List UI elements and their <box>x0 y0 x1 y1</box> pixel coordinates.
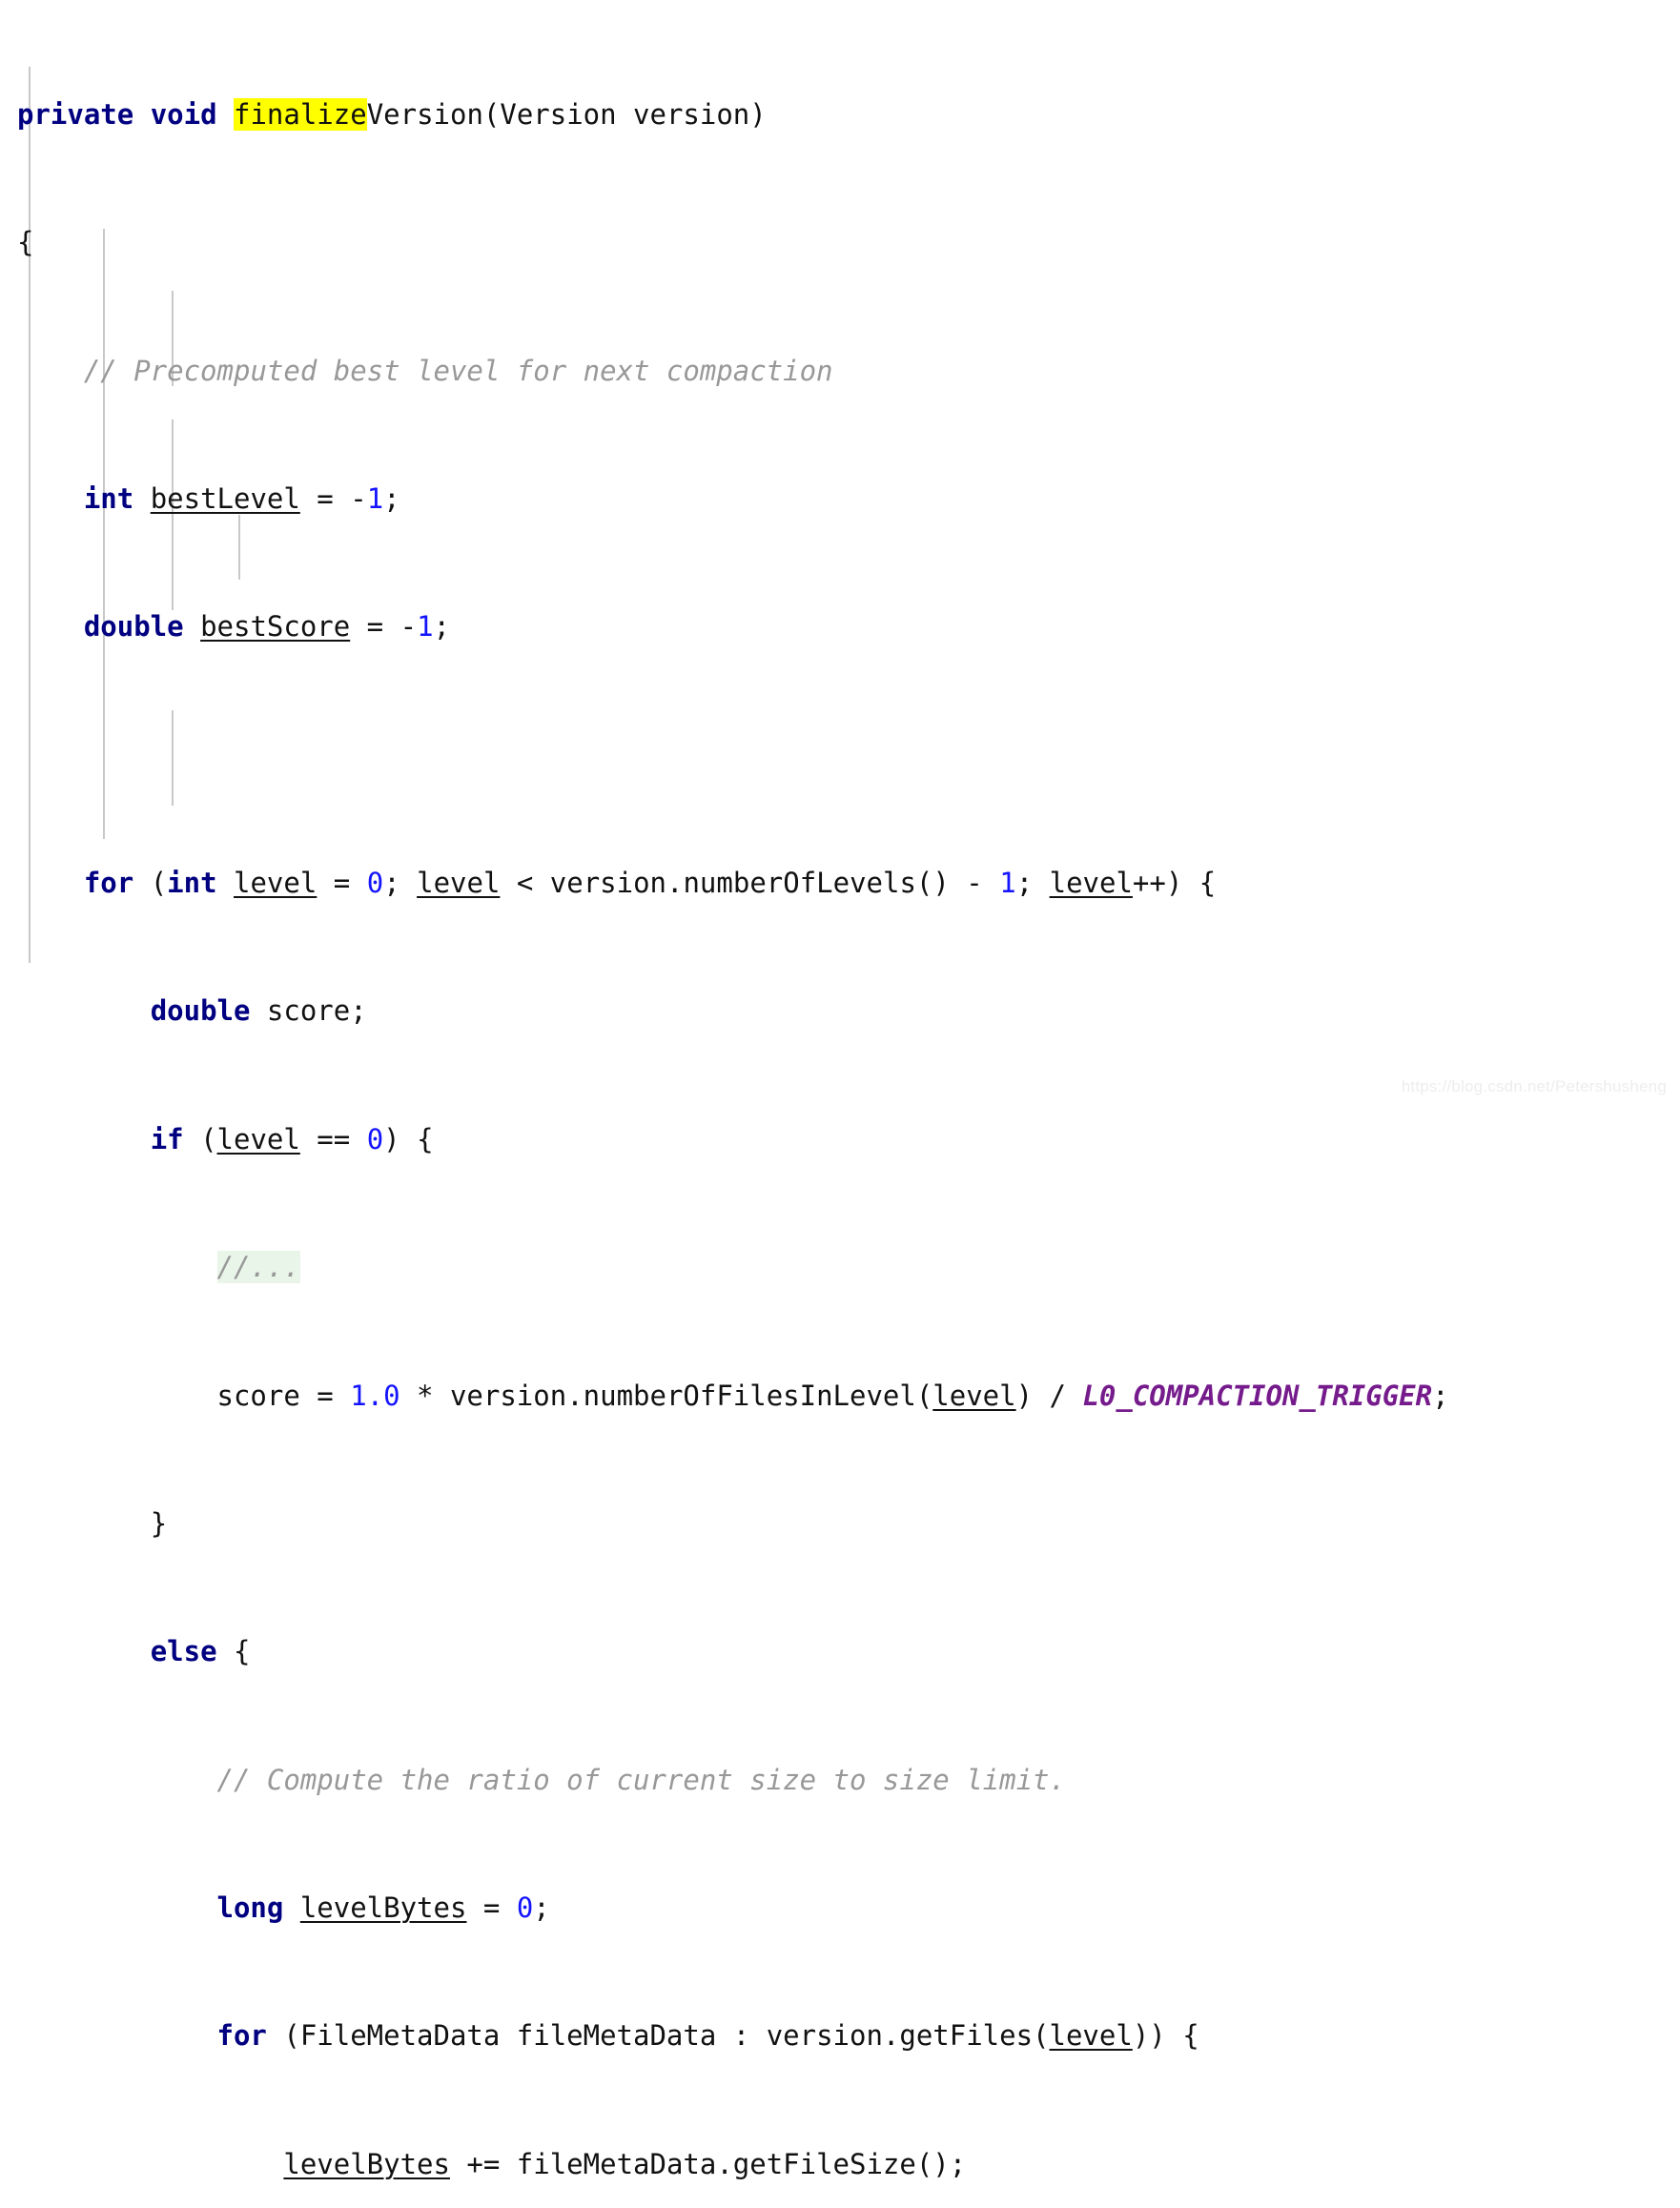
token-find-match-finalize: finalize <box>234 97 367 131</box>
token-var-level: level <box>417 867 501 900</box>
token-semicolon: ; <box>383 867 418 900</box>
code-line-16[interactable]: for (FileMetaData fileMetaData : version… <box>0 2020 1680 2053</box>
code-line-8[interactable]: double score; <box>0 995 1680 1028</box>
token-brace: ) { <box>383 1122 434 1155</box>
code-line-2[interactable]: { <box>0 226 1680 259</box>
token-comment-ellipsis: //... <box>216 1251 300 1284</box>
token-number: 1 <box>999 867 1016 900</box>
token-paren: ( <box>183 1122 217 1155</box>
token-semicolon: ; <box>433 610 450 644</box>
token-keyword-void: void <box>150 97 217 131</box>
code-content[interactable]: private void finalizeVersion(Version ver… <box>0 0 1680 2180</box>
code-line-7[interactable]: for (int level = 0; level < version.numb… <box>0 867 1680 900</box>
token-paren: ( <box>133 867 168 900</box>
token-assign: = - <box>299 481 367 515</box>
token-increment: ++) { <box>1132 867 1217 900</box>
code-line-1[interactable]: private void finalizeVersion(Version ver… <box>0 97 1680 132</box>
code-line-14[interactable]: // Compute the ratio of current size to … <box>0 1763 1680 1797</box>
token-assign: = - <box>350 610 418 644</box>
token-number: 0 <box>366 1122 384 1155</box>
token-brace: { <box>216 1635 251 1668</box>
code-line-15[interactable]: long levelBytes = 0; <box>0 1891 1680 1925</box>
token-comment-ratio: // Compute the ratio of current size to … <box>216 1763 1066 1796</box>
token-keyword-double: double <box>150 994 251 1028</box>
token-semicolon: ; <box>383 481 400 515</box>
token-var-level: level <box>234 867 318 900</box>
code-line-13[interactable]: else { <box>0 1635 1680 1668</box>
token-semicolon: ; <box>1432 1379 1449 1412</box>
token-var-level: level <box>1049 2019 1133 2053</box>
token-field-bestlevel: bestLevel <box>150 481 300 515</box>
token-number: 1.0 <box>350 1379 400 1412</box>
code-line-4[interactable]: int bestLevel = -1; <box>0 481 1680 516</box>
code-line-3[interactable]: // Precomputed best level for next compa… <box>0 354 1680 388</box>
token-divide: ) / <box>1015 1379 1083 1412</box>
token-comment-precomputed: // Precomputed best level for next compa… <box>83 354 833 387</box>
token-var-levelbytes: levelBytes <box>283 2147 450 2180</box>
token-static-constant-l0-compaction-trigger: L0_COMPACTION_TRIGGER <box>1082 1379 1433 1412</box>
token-keyword-else: else <box>150 1635 217 1668</box>
code-line-10[interactable]: //... <box>0 1251 1680 1284</box>
token-number: 0 <box>516 1891 534 1925</box>
token-condition: < version.numberOfLevels() - <box>500 867 1000 900</box>
code-editor[interactable]: private void finalizeVersion(Version ver… <box>0 0 1680 2180</box>
token-keyword-for: for <box>216 2019 267 2053</box>
csdn-watermark: https://blog.csdn.net/Petershusheng <box>1401 1077 1667 1095</box>
token-equals: = <box>317 867 367 900</box>
code-line-11[interactable]: score = 1.0 * version.numberOfFilesInLev… <box>0 1380 1680 1413</box>
token-foreach-header: (FileMetaData fileMetaData : version.get… <box>266 2019 1050 2053</box>
code-line-9[interactable]: if (level == 0) { <box>0 1122 1680 1156</box>
token-close-brace: } <box>150 1506 168 1540</box>
token-keyword-int: int <box>167 867 217 900</box>
code-line-6-blank[interactable] <box>0 740 1680 772</box>
token-semicolon: ; <box>1015 867 1050 900</box>
token-keyword-int: int <box>83 481 134 515</box>
token-brace: )) { <box>1132 2019 1199 2053</box>
token-var-level: level <box>932 1379 1016 1412</box>
token-var-level: level <box>216 1122 300 1155</box>
token-method-signature: Version(Version version) <box>366 97 767 131</box>
token-keyword-if: if <box>150 1122 184 1155</box>
code-line-17[interactable]: levelBytes += fileMetaData.getFileSize()… <box>0 2147 1680 2181</box>
token-semicolon: ; <box>533 1891 550 1925</box>
token-expr: * version.numberOfFilesInLevel( <box>400 1379 933 1412</box>
token-var-levelbytes: levelBytes <box>299 1891 467 1925</box>
token-accumulate: += fileMetaData.getFileSize(); <box>449 2147 967 2180</box>
code-line-5[interactable]: double bestScore = -1; <box>0 610 1680 644</box>
token-number: 1 <box>417 610 434 644</box>
token-number: 0 <box>366 867 384 900</box>
token-keyword-private: private <box>17 97 134 131</box>
token-keyword-for: for <box>83 867 134 900</box>
token-var-level: level <box>1049 867 1133 900</box>
token-number: 1 <box>366 481 384 515</box>
token-var-score: score; <box>250 994 367 1028</box>
token-open-brace: { <box>17 226 34 259</box>
token-operator: == <box>299 1122 367 1155</box>
token-keyword-long: long <box>216 1891 284 1925</box>
code-line-12[interactable]: } <box>0 1506 1680 1541</box>
token-keyword-double: double <box>83 610 184 644</box>
token-field-bestscore: bestScore <box>200 610 351 644</box>
token-score-assign: score = <box>216 1379 351 1412</box>
token-equals: = <box>466 1891 517 1925</box>
